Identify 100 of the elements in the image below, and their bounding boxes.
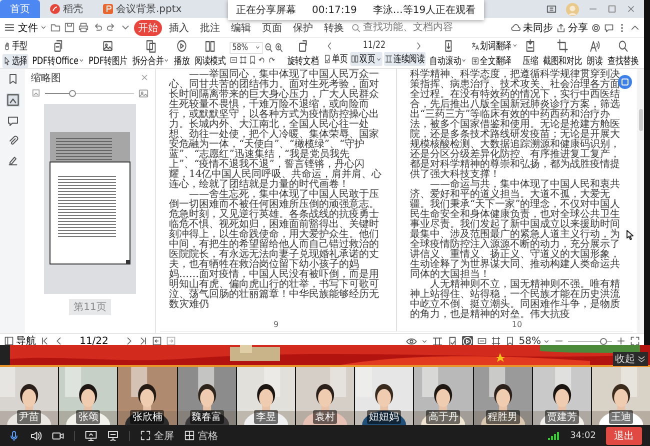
close-icon[interactable] [626,4,636,14]
layout-button[interactable]: 连续阅读 [384,52,426,66]
speaker-icon[interactable] [30,430,42,442]
menu-tab[interactable]: 编辑 [227,20,255,36]
bookmark-icon[interactable] [504,336,515,346]
menu-tab[interactable]: 保护 [289,20,317,36]
fit-page-icon[interactable] [490,336,501,346]
close-icon[interactable] [140,73,149,82]
rotate-right-icon[interactable] [268,54,276,64]
cloud-icon [511,22,521,32]
layout-button[interactable]: 双页 [350,52,382,66]
grid-view-button[interactable]: 宫格 [184,428,218,442]
share-button[interactable]: 分享 [556,20,588,34]
toolbar-button[interactable]: 查找替换 [606,38,640,68]
eye-icon[interactable] [406,336,417,346]
bookmark-icon[interactable] [6,73,18,85]
menu-tab[interactable]: 批注 [196,20,224,36]
single-page-icon[interactable] [446,336,458,346]
signature-icon[interactable] [6,155,18,167]
thumbnail-icon[interactable] [6,93,20,107]
settings-icon[interactable] [591,22,601,32]
toolbar-button[interactable]: 阅读模式 [194,38,227,68]
caret-icon [255,44,261,51]
camera-icon[interactable] [52,430,64,442]
zoom-in-icon[interactable] [274,42,284,53]
comment-icon[interactable] [6,115,18,127]
file-menu[interactable]: 文件 [18,20,47,34]
tab[interactable]: 会议背景.pptx [93,0,192,18]
attachment-icon[interactable] [6,135,18,147]
redo-icon[interactable] [106,22,117,33]
read-aloud-icon [589,38,600,52]
folder-icon[interactable] [50,22,61,33]
toolbar-button[interactable]: 朗读 [586,38,604,68]
paragraph: ——舍生忘死，集中体现了中国人民敢于压倒一切困难而不被任何困难所压倒的顽强意志。危急时刻，又见逆行英雄。各条战线的抗疫勇士临危不惧、视死如归，困难面前豁得出、关键时刻冲得上，以生命践使命，用大爱护众生。他们中间，有把生的希望留给他人而自己错过救治的医院院长，有永远无法向妻子兑现婚礼承诺的丈夫，也有牺牲在救治岗位留下幼小孩子的妈妈……面对疫情，中国人民没有被吓倒，而是用明知山有虎、偏向虎山行的壮举，书写下可歌可泣、荡气回肠的壮丽篇章！中华民族能够经历无数灾难仍 [169,190,380,310]
menu-icon[interactable] [4,22,15,33]
toolbar-button[interactable]: PDF转图片 [88,38,128,68]
pages-icon [145,38,156,52]
image-icon [102,38,114,52]
sync-button[interactable]: 未同步 [511,20,553,34]
menu-tab[interactable]: 页面 [258,20,286,36]
slider-thumb[interactable] [68,90,76,96]
last-page-icon[interactable] [138,336,148,346]
mode-button[interactable]: 选择 [2,54,28,68]
continuous-icon[interactable] [432,336,443,346]
fit-width-icon[interactable] [476,336,487,346]
zoom-out-icon[interactable] [264,42,274,53]
comment-icon[interactable] [604,22,614,32]
bookmark-icon[interactable] [248,54,257,64]
toolbar-button[interactable]: 截图和对比 [542,38,584,68]
monitor-icon[interactable] [546,4,557,14]
toolbar-button[interactable]: 拆分合并 [132,38,170,68]
navigation-button[interactable]: 导航 [4,334,36,348]
large-image-icon[interactable] [138,88,149,98]
mode-button[interactable]: 手型 [2,38,28,52]
maximize-icon[interactable] [607,4,617,14]
leave-button[interactable]: 退出 [606,426,642,444]
first-page-icon[interactable] [40,336,50,346]
zoom-dropdown[interactable]: 58% [230,42,263,54]
small-image-icon[interactable] [31,88,41,98]
sidebar-left-icon[interactable] [152,336,162,346]
undo-icon[interactable] [92,22,103,33]
menu-tab[interactable]: 开始 [134,20,162,36]
toolbar-button[interactable]: 自动滚动 [428,38,468,68]
fullscreen-button[interactable]: 全屏 [140,428,174,442]
toolbar-button[interactable]: 播放 [173,38,191,68]
fit-width-icon[interactable] [230,54,238,64]
toolbar-button[interactable]: PDF转Office [31,38,85,68]
previous-icon[interactable] [326,40,334,50]
page-thumbnail-drawing[interactable] [44,104,136,294]
presentation-icon[interactable] [107,430,119,442]
caret-icon [512,42,518,49]
document-translate-icon [471,56,480,66]
menu-tab[interactable]: 转换 [320,20,348,36]
save-icon[interactable] [64,22,75,33]
zoom-in-icon[interactable] [616,336,626,346]
floating-tool-icon[interactable] [618,75,632,89]
toolbar-button[interactable]: 压缩 [522,38,540,68]
translate-button[interactable]: 划词翻译 [470,38,519,52]
play-icon[interactable] [462,336,473,346]
microphone-icon[interactable] [8,430,20,442]
toolbar-button[interactable]: 旋转文档 [286,38,320,68]
zoom-dropdown[interactable]: 58% [518,336,550,346]
print-icon[interactable] [78,22,89,33]
sidebar-right-icon[interactable] [166,336,176,346]
paragraph: 科学精神、科学态度，把遵循科学规律贯穿到决策指挥、病患治疗、技术攻关、社会治理各方面全过程。在没有特效药的情况下，实行中西医结合，先后推出八版全国新冠肺炎诊疗方案，筛选出“三药三方”等临床有效的中药西药和治疗办法，被多个国家借鉴和使用。无论是抢建方舱医院，还是多条技术路线研发疫苗；无论是开展大规模核酸检测、大数据追踪溯源和健康码识别，还是分区分级差异化防控、有序推进复工复产，都是对科学精神的尊崇和弘扬，都为战胜疫情提供了强大科技支撑！ [410,70,621,180]
share-screen-icon[interactable] [85,430,97,442]
participant-name: 贾建芳 [544,410,579,424]
rotate-left-icon[interactable] [258,54,266,64]
menu-tab[interactable]: 插入 [165,20,193,36]
fit-page-icon[interactable] [239,54,248,64]
tab[interactable]: 稻壳 [40,0,93,18]
next-icon[interactable] [414,40,423,50]
translate-button[interactable]: 全文翻译 [470,54,519,68]
page-label: 第11页 [68,299,112,315]
crop-icon [557,38,568,52]
slider-thumb[interactable] [600,338,608,344]
caret-icon [164,57,170,64]
fullscreen-icon[interactable] [630,336,640,346]
vertical-scrollbar[interactable] [637,69,644,333]
layout-button[interactable]: 单页 [322,52,349,66]
